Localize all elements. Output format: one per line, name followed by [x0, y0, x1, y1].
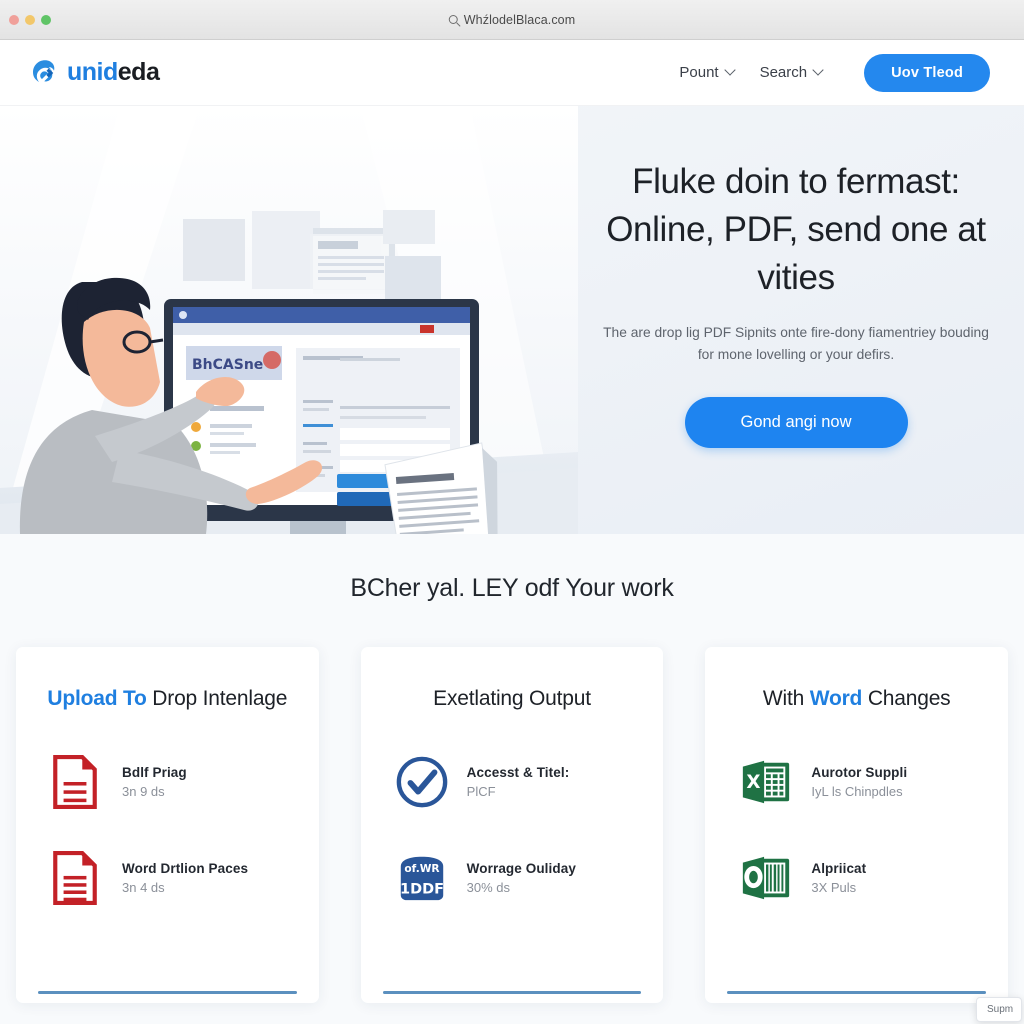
site-header: unideda Pount Search Uov Tleod [0, 40, 1024, 106]
list-item-text: Aurotor Suppli IyL ls Chinpdles [811, 765, 907, 799]
card-accent-underline [38, 991, 297, 994]
floating-tooltip-text: Supm [987, 1004, 1014, 1015]
window-traffic-lights[interactable] [9, 15, 51, 25]
feature-card-upload[interactable]: Upload To Drop Intenlage Bdlf Priag 3n 9… [16, 647, 319, 1003]
header-upload-button[interactable]: Uov Tleod [864, 53, 990, 92]
svg-text:X: X [747, 772, 761, 793]
word-badge-icon: of.WR 1DDF [395, 851, 445, 905]
list-item-primary: Word Drtlion Paces [122, 861, 249, 876]
nav-item-search-label: Search [759, 64, 808, 81]
list-item-secondary: 30% ds [466, 880, 511, 895]
site-logo-wordmark: unideda [67, 58, 160, 87]
list-item-text: Bdlf Priag 3n 9 ds [122, 765, 187, 799]
feature-card-word-title-highlight: Word [809, 687, 863, 710]
list-item-text: Word Drtlion Paces 3n 4 ds [122, 861, 248, 895]
feature-card-word-title: With Word Changes [727, 687, 986, 711]
pdf-document-icon [50, 851, 100, 905]
chevron-down-icon [812, 63, 824, 76]
list-item-text: Worrage Ouliday 30% ds [467, 861, 576, 895]
svg-text:1DDF: 1DDF [400, 881, 444, 897]
feature-card-word-rows: X Aurotor Suppli IyL ls Chinpdles Alprii… [727, 755, 986, 905]
search-icon [448, 15, 458, 24]
close-window-button[interactable] [9, 15, 19, 25]
list-item-primary: Aurotor Suppli [811, 765, 908, 780]
hero-cta-button[interactable]: Gond angi now [684, 396, 908, 448]
svg-text:of.WR: of.WR [404, 863, 439, 875]
feature-card-word-title-prefix: With [762, 687, 810, 710]
check-circle-icon [395, 755, 447, 809]
feature-card-upload-title: Upload To Drop Intenlage [38, 687, 297, 711]
nav-item-search[interactable]: Search [759, 63, 824, 81]
hero-section: BhCASne Fluke doin to fermast: Online, P… [0, 106, 1024, 534]
list-item[interactable]: of.WR 1DDF Worrage Ouliday 30% ds [383, 851, 642, 905]
page-viewport: unideda Pount Search Uov Tleod BhCASne F… [0, 40, 1024, 1024]
feature-card-upload-title-rest: Drop Intenlage [146, 687, 288, 710]
list-item-text: Accesst & Titel: PlCF [467, 765, 570, 799]
nav-item-pount[interactable]: Pount [679, 63, 736, 81]
list-item-secondary: PlCF [466, 784, 496, 799]
list-item-secondary: 3X Puls [811, 880, 857, 895]
list-item-text: Alpriicat 3X Puls [811, 861, 866, 895]
unideda-swirl-logo-icon [30, 58, 60, 88]
hero-title: Fluke doin to fermast: Online, PDF, send… [606, 162, 986, 297]
list-item[interactable]: Bdlf Priag 3n 9 ds [38, 755, 297, 809]
list-item[interactable]: X Aurotor Suppli IyL ls Chinpdles [727, 755, 986, 809]
list-item-secondary: 3n 9 ds [122, 784, 165, 799]
feature-card-word[interactable]: With Word Changes X Aurotor Suppli IyL l… [705, 647, 1009, 1003]
hero-illustration: BhCASne [0, 106, 578, 534]
address-bar-url: WhźlodelBlaca.com [463, 12, 576, 27]
main-navigation: Pount Search Uov Tleod [679, 53, 990, 92]
feature-card-output-title: Exetlating Output [383, 687, 642, 711]
hero-copy: Fluke doin to fermast: Online, PDF, send… [578, 106, 1024, 534]
feature-card-output-rows: Accesst & Titel: PlCF of.WR 1DDF Worrage… [383, 755, 642, 905]
list-item[interactable]: Word Drtlion Paces 3n 4 ds [38, 851, 297, 905]
chevron-down-icon [723, 63, 736, 76]
nav-item-pount-label: Pount [679, 64, 719, 81]
office-file-icon [739, 851, 790, 905]
browser-chrome: WhźlodelBlaca.com [0, 0, 1024, 40]
list-item-secondary: 3n 4 ds [122, 880, 165, 895]
list-item-primary: Accesst & Titel: [466, 765, 570, 780]
excel-file-icon: X [739, 755, 790, 809]
feature-card-upload-title-highlight: Upload To [47, 687, 147, 710]
features-section: BCher yal. LEY odf Your work Upload To D… [0, 534, 1024, 1024]
site-logo[interactable]: unideda [30, 58, 160, 88]
card-accent-underline [382, 991, 642, 994]
feature-card-upload-rows: Bdlf Priag 3n 9 ds Word Drtlion Paces 3n… [38, 755, 297, 905]
list-item-primary: Worrage Ouliday [466, 861, 576, 876]
svg-text:BhCASne: BhCASne [192, 357, 263, 373]
zoom-window-button[interactable] [41, 15, 51, 25]
logo-text-secondary: eda [117, 58, 160, 86]
list-item-primary: Alpriicat [811, 861, 867, 876]
list-item-secondary: IyL ls Chinpdles [811, 784, 903, 799]
list-item[interactable]: Accesst & Titel: PlCF [383, 755, 642, 809]
address-bar[interactable]: WhźlodelBlaca.com [448, 12, 576, 27]
feature-cards: Upload To Drop Intenlage Bdlf Priag 3n 9… [0, 647, 1024, 1003]
floating-tooltip: Supm [976, 997, 1022, 1022]
features-heading: BCher yal. LEY odf Your work [350, 574, 674, 602]
feature-card-word-title-rest: Changes [862, 687, 951, 710]
feature-card-output[interactable]: Exetlating Output Accesst & Titel: PlCF [360, 647, 664, 1003]
pdf-document-icon [50, 755, 100, 809]
minimize-window-button[interactable] [25, 15, 35, 25]
hero-subtitle: The are drop lig PDF Sipnits onte fire-d… [603, 324, 989, 363]
list-item-primary: Bdlf Priag [122, 765, 187, 780]
list-item[interactable]: Alpriicat 3X Puls [727, 851, 986, 905]
logo-text-primary: unid [67, 58, 118, 86]
card-accent-underline [727, 991, 987, 994]
feature-card-output-title-rest: Exetlating Output [433, 687, 591, 710]
